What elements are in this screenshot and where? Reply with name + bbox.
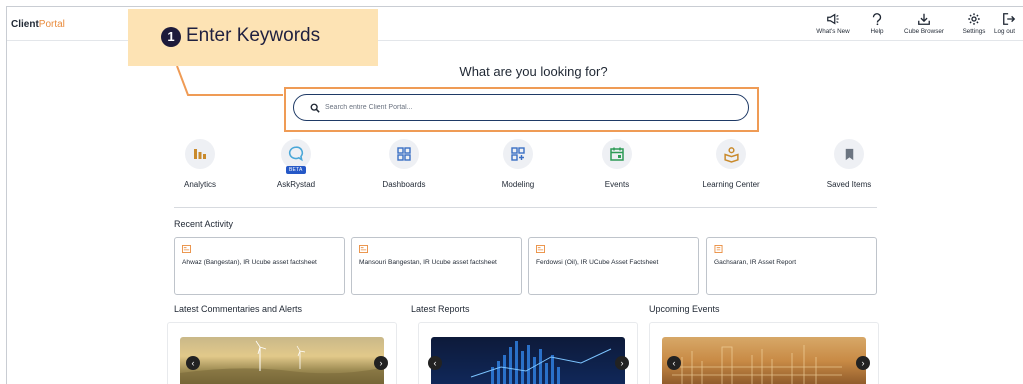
quick-link-modeling[interactable]: Modeling bbox=[478, 139, 558, 189]
logo-bold-text: Client bbox=[11, 19, 39, 30]
calendar-icon bbox=[602, 139, 632, 169]
logout-icon bbox=[1003, 13, 1016, 25]
settings-button[interactable]: Settings bbox=[954, 12, 994, 40]
chart-bars-illustration bbox=[470, 341, 612, 384]
quick-link-events[interactable]: Events bbox=[577, 139, 657, 189]
search-icon bbox=[310, 103, 320, 113]
carousel-prev-button[interactable]: ‹ bbox=[667, 356, 681, 370]
search-input[interactable] bbox=[325, 100, 725, 115]
section-divider bbox=[174, 207, 877, 208]
factsheet-icon bbox=[182, 245, 191, 253]
events-label: Events bbox=[604, 180, 630, 189]
quick-link-saved-items[interactable]: Saved Items bbox=[809, 139, 889, 189]
carousel-prev-button[interactable]: ‹ bbox=[428, 356, 442, 370]
quick-link-analytics[interactable]: Analytics bbox=[160, 139, 240, 189]
recent-activity-text: Gachsaran, IR Asset Report bbox=[714, 259, 797, 266]
page-heading: What are you looking for? bbox=[459, 64, 608, 79]
commentary-image bbox=[180, 337, 384, 384]
carousel-next-button[interactable]: › bbox=[615, 356, 629, 370]
learning-icon bbox=[716, 139, 746, 169]
quick-link-learning-center[interactable]: Learning Center bbox=[691, 139, 771, 189]
help-label: Help bbox=[870, 28, 884, 35]
recent-activity-text: Ahwaz (Bangestan), IR Ucube asset factsh… bbox=[182, 259, 317, 266]
learning-center-label: Learning Center bbox=[702, 180, 760, 189]
refinery-illustration bbox=[672, 345, 842, 384]
whats-new-label: What's New bbox=[816, 28, 850, 35]
reports-title: Latest Reports bbox=[411, 304, 470, 314]
events-title: Upcoming Events bbox=[649, 304, 720, 314]
recent-activity-text: Ferdowsi (Oil), IR UCube Asset Factsheet bbox=[536, 259, 659, 266]
step-callout: 1 Enter Keywords bbox=[128, 9, 378, 66]
settings-label: Settings bbox=[962, 28, 986, 35]
recent-activity-title: Recent Activity bbox=[174, 219, 234, 229]
step-number-badge: 1 bbox=[161, 27, 181, 47]
cube-browser-label: Cube Browser bbox=[904, 28, 944, 35]
commentary-carousel: ‹ › bbox=[167, 322, 397, 384]
callout-connector-line bbox=[176, 66, 283, 96]
help-button[interactable]: Help bbox=[860, 12, 894, 40]
log-out-button[interactable]: Log out bbox=[994, 12, 1023, 40]
whats-new-button[interactable]: What's New bbox=[806, 12, 860, 40]
wind-farm-illustration bbox=[180, 340, 384, 384]
download-icon bbox=[918, 13, 930, 25]
gear-icon bbox=[968, 13, 980, 25]
recent-activity-card[interactable]: Gachsaran, IR Asset Report bbox=[706, 237, 877, 295]
events-carousel: ‹ › bbox=[649, 322, 879, 384]
step-callout-text: Enter Keywords bbox=[186, 25, 321, 46]
carousel-prev-button[interactable]: ‹ bbox=[186, 356, 200, 370]
report-icon bbox=[714, 245, 723, 253]
logo-light-text: Portal bbox=[38, 19, 65, 30]
carousel-next-button[interactable]: › bbox=[856, 356, 870, 370]
help-icon bbox=[872, 13, 882, 26]
chat-bubble-icon: BETA bbox=[281, 139, 311, 174]
log-out-label: Log out bbox=[994, 28, 1016, 35]
report-image bbox=[431, 337, 625, 384]
search-bar[interactable] bbox=[293, 94, 749, 121]
beta-badge: BETA bbox=[286, 166, 306, 174]
cube-browser-button[interactable]: Cube Browser bbox=[894, 12, 954, 40]
top-nav: What's New Help Cube Browser Settings Lo… bbox=[806, 12, 1023, 40]
quick-link-askrystad[interactable]: BETA AskRystad bbox=[256, 139, 336, 189]
recent-activity-card[interactable]: Ahwaz (Bangestan), IR Ucube asset factsh… bbox=[174, 237, 345, 295]
analytics-label: Analytics bbox=[183, 180, 216, 189]
recent-activity-card[interactable]: Mansouri Bangestan, IR Ucube asset facts… bbox=[351, 237, 522, 295]
factsheet-icon bbox=[359, 245, 368, 253]
recent-activity-card[interactable]: Ferdowsi (Oil), IR UCube Asset Factsheet bbox=[528, 237, 699, 295]
megaphone-icon bbox=[827, 13, 839, 25]
factsheet-icon bbox=[536, 245, 545, 253]
dashboards-label: Dashboards bbox=[382, 180, 426, 189]
recent-activity-text: Mansouri Bangestan, IR Ucube asset facts… bbox=[359, 259, 497, 266]
analytics-icon bbox=[185, 139, 215, 169]
askrystad-label: AskRystad bbox=[276, 180, 316, 189]
commentaries-title: Latest Commentaries and Alerts bbox=[174, 304, 303, 314]
bookmark-icon bbox=[834, 139, 864, 169]
modeling-label: Modeling bbox=[501, 180, 535, 189]
client-portal-logo[interactable]: ClientPortal bbox=[11, 19, 65, 30]
dashboard-icon bbox=[389, 139, 419, 169]
modeling-icon bbox=[503, 139, 533, 169]
carousel-next-button[interactable]: › bbox=[374, 356, 388, 370]
reports-carousel: ‹ › bbox=[418, 322, 638, 384]
saved-items-label: Saved Items bbox=[826, 180, 872, 189]
event-image bbox=[662, 337, 866, 384]
quick-link-dashboards[interactable]: Dashboards bbox=[364, 139, 444, 189]
